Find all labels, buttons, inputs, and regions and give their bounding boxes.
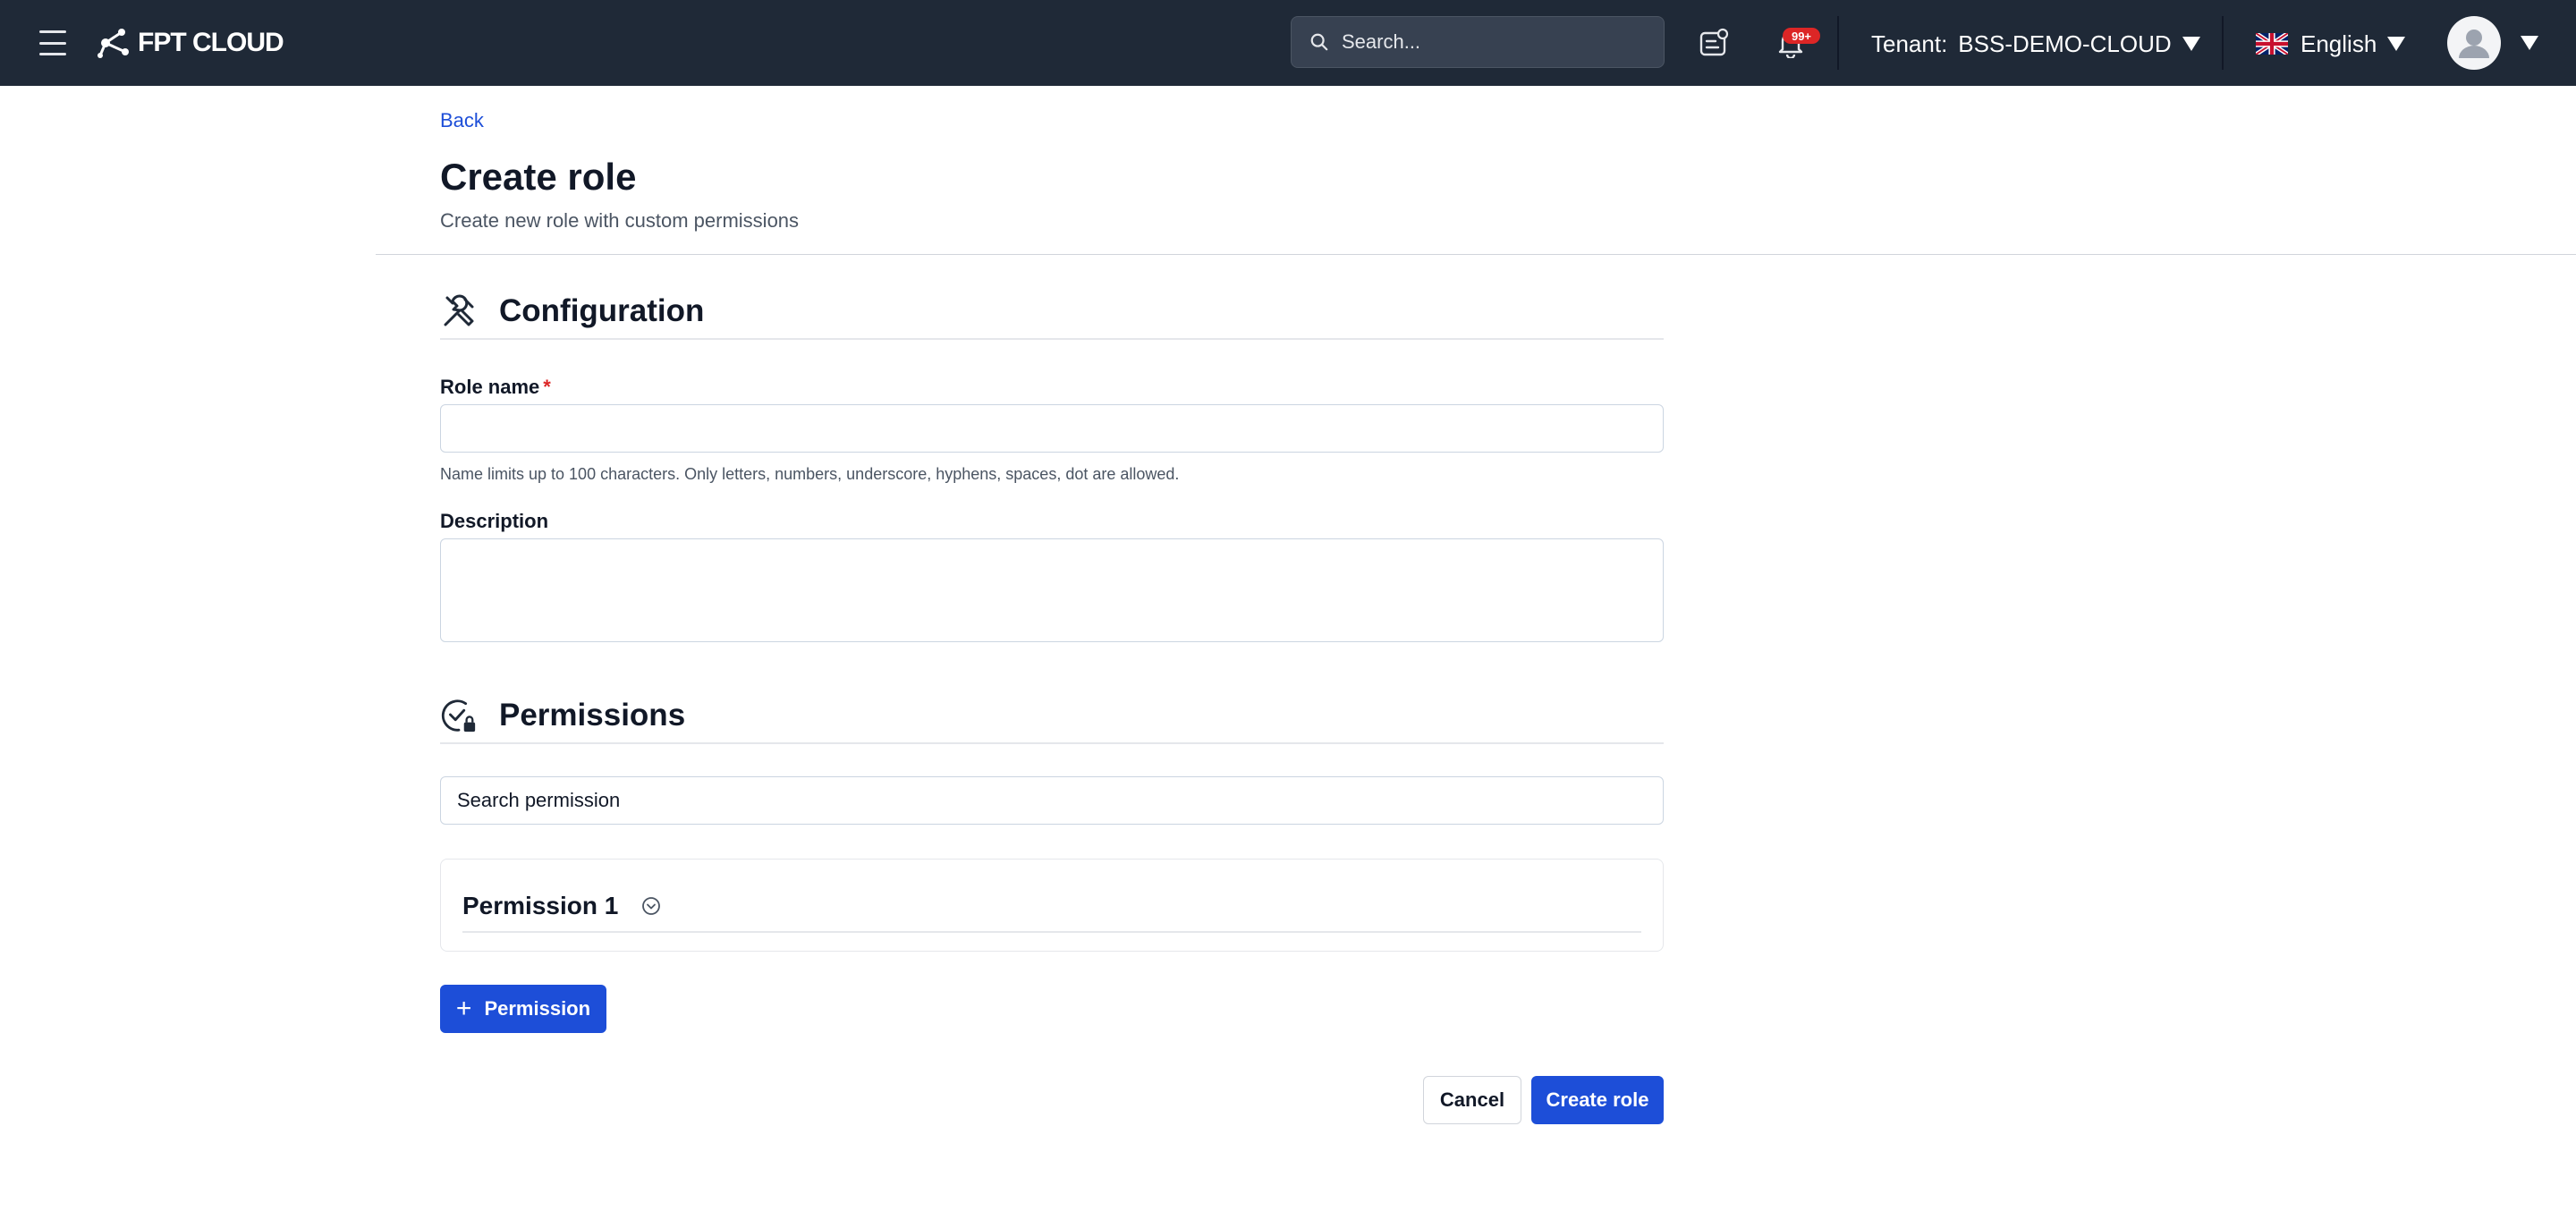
- configuration-title: Configuration: [499, 293, 705, 328]
- header-divider: [376, 254, 2576, 255]
- permissions-title: Permissions: [499, 698, 686, 733]
- user-avatar-icon: [2447, 16, 2501, 70]
- page-subtitle: Create new role with custom permissions: [440, 209, 800, 232]
- description-textarea[interactable]: [440, 538, 1664, 642]
- user-menu[interactable]: [2447, 16, 2538, 70]
- permission-title: Permission 1: [462, 892, 619, 919]
- badge-check-lock-icon: [440, 697, 478, 734]
- tools-icon: [440, 292, 478, 330]
- configuration-section-header: Configuration: [440, 284, 1664, 340]
- fpt-logo-icon: [97, 29, 129, 58]
- search-icon: [1310, 33, 1328, 51]
- permissions-section-header: Permissions: [440, 689, 1664, 744]
- notification-badge: 99+: [1783, 28, 1820, 44]
- caret-down-icon: [2521, 36, 2538, 50]
- global-search-input[interactable]: Search...: [1291, 16, 1665, 68]
- page-title: Create role: [440, 156, 637, 198]
- divider: [2222, 16, 2224, 70]
- role-name-input[interactable]: [440, 404, 1664, 453]
- top-navigation-bar: FPT CLOUD Search... 99+ Tenant: BSS-DEMO…: [0, 0, 2576, 86]
- logo-text: FPT CLOUD: [138, 28, 284, 57]
- tenant-selector[interactable]: Tenant: BSS-DEMO-CLOUD: [1871, 27, 2200, 61]
- role-name-label-text: Role name: [440, 376, 540, 398]
- chevron-down-circle-icon[interactable]: [641, 896, 661, 916]
- required-mark: *: [543, 376, 551, 398]
- uk-flag-icon: [2256, 33, 2288, 55]
- permission-card-header[interactable]: Permission 1: [462, 881, 1641, 933]
- menu-icon[interactable]: [39, 30, 66, 55]
- support-ticket-icon[interactable]: [1696, 25, 1732, 61]
- language-label: English: [2301, 30, 2377, 57]
- permission-card: Permission 1: [440, 859, 1664, 952]
- plus-icon: +: [455, 994, 472, 1023]
- description-label: Description: [440, 510, 549, 532]
- add-permission-button[interactable]: + Permission: [440, 985, 606, 1033]
- caret-down-icon: [2387, 37, 2406, 51]
- create-role-button[interactable]: Create role: [1531, 1076, 1664, 1124]
- tenant-value: BSS-DEMO-CLOUD: [1958, 30, 2172, 57]
- cancel-button[interactable]: Cancel: [1423, 1076, 1521, 1124]
- permission-search-input[interactable]: [440, 776, 1664, 825]
- back-link[interactable]: Back: [440, 109, 484, 132]
- caret-down-icon: [2182, 37, 2200, 51]
- add-permission-label: Permission: [484, 997, 591, 1020]
- language-selector[interactable]: English: [2256, 27, 2406, 61]
- fpt-cloud-logo[interactable]: FPT CLOUD: [97, 25, 284, 61]
- search-placeholder: Search...: [1342, 30, 1421, 53]
- role-name-hint: Name limits up to 100 characters. Only l…: [440, 465, 1180, 483]
- divider: [1837, 16, 1839, 70]
- tenant-label: Tenant:: [1871, 30, 1948, 57]
- role-name-label: Role name *: [440, 376, 551, 399]
